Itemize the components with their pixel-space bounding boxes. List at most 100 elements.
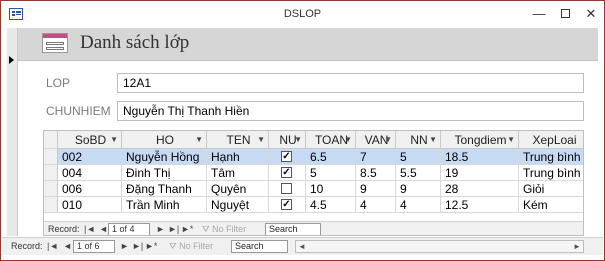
table-row[interactable]: 010 Trần Minh Nguyệt ✓ 4.5 4 4 12.5 Kém xyxy=(44,197,583,213)
scroll-right-icon[interactable]: ► xyxy=(571,241,583,252)
cell-ho[interactable]: Nguyễn Hồng xyxy=(122,149,207,165)
column-dropdown-icon: ▼ xyxy=(257,135,265,144)
filter-icon: ⛛ xyxy=(202,224,210,234)
form-header: Danh sách lớp xyxy=(18,28,598,61)
column-dropdown-icon: ▼ xyxy=(294,135,302,144)
cell-nn[interactable]: 9 xyxy=(396,181,441,197)
cell-nu[interactable]: ✓ xyxy=(269,149,306,165)
new-record-button[interactable]: ►* xyxy=(181,223,193,235)
column-dropdown-icon: ▼ xyxy=(429,135,437,144)
cell-ten[interactable]: Quyên xyxy=(207,181,269,197)
record-selector[interactable] xyxy=(7,28,18,236)
last-record-button[interactable]: ►| xyxy=(168,223,179,235)
new-record-button[interactable]: ►* xyxy=(145,240,157,253)
cell-tongdiem[interactable]: 28 xyxy=(441,181,519,197)
cell-tongdiem[interactable]: 12.5 xyxy=(441,197,519,213)
column-header-nn[interactable]: NN ▼ xyxy=(396,131,441,149)
cell-van[interactable]: 9 xyxy=(356,181,396,197)
cell-sobd[interactable]: 010 xyxy=(58,197,122,213)
cell-nn[interactable]: 4 xyxy=(396,197,441,213)
cell-ten[interactable]: Tâm xyxy=(207,165,269,181)
access-form-window: DSLOP — ✕ Danh sách lớp LOP 12A1 CHUNHIE… xyxy=(0,0,605,261)
close-button[interactable]: ✕ xyxy=(580,5,602,23)
cell-tongdiem[interactable]: 18.5 xyxy=(441,149,519,165)
column-header-nu[interactable]: NU ▼ xyxy=(269,131,306,149)
lop-field[interactable]: 12A1 xyxy=(117,73,584,93)
maximize-icon xyxy=(560,9,570,19)
no-filter-indicator[interactable]: ⛛ No Filter xyxy=(169,241,213,252)
column-header-xeploai[interactable]: XepLoai xyxy=(519,131,583,149)
last-record-button[interactable]: ►| xyxy=(132,240,143,253)
column-header-toan[interactable]: TOAN ▼ xyxy=(306,131,356,149)
maximize-button[interactable] xyxy=(554,5,576,23)
record-position-field[interactable]: 1 of 4 xyxy=(108,223,150,235)
cell-ho[interactable]: Đặng Thanh xyxy=(122,181,207,197)
column-dropdown-icon: ▼ xyxy=(195,135,203,144)
previous-record-button[interactable]: ◄ xyxy=(99,223,108,235)
cell-van[interactable]: 8.5 xyxy=(356,165,396,181)
cell-nu[interactable]: ✓ xyxy=(269,165,306,181)
cell-van[interactable]: 7 xyxy=(356,149,396,165)
cell-tongdiem[interactable]: 19 xyxy=(441,165,519,181)
no-filter-indicator[interactable]: ⛛ No Filter xyxy=(202,224,246,235)
first-record-button[interactable]: |◄ xyxy=(84,223,95,235)
title-bar: DSLOP — ✕ xyxy=(1,1,604,28)
search-input[interactable]: Search xyxy=(265,223,321,235)
next-record-button[interactable]: ► xyxy=(120,240,129,253)
nu-checkbox[interactable]: ✓ xyxy=(281,167,292,178)
cell-ten[interactable]: Nguyệt xyxy=(207,197,269,213)
scroll-left-icon[interactable]: ◄ xyxy=(296,241,308,252)
table-row[interactable]: 004 Đinh Thị Tâm ✓ 5 8.5 5.5 19 Trung bì… xyxy=(44,165,583,181)
chunhiem-label: CHUNHIEM xyxy=(46,104,111,118)
row-selector[interactable] xyxy=(44,197,58,213)
cell-xeploai[interactable]: Trung bình xyxy=(519,149,583,165)
current-record-arrow-icon xyxy=(9,56,14,64)
cell-sobd[interactable]: 002 xyxy=(58,149,122,165)
cell-xeploai[interactable]: Giỏi xyxy=(519,181,583,197)
table-row[interactable]: 002 Nguyễn Hồng Hạnh ✓ 6.5 7 5 18.5 Trun… xyxy=(44,149,583,165)
table-row[interactable]: 006 Đặng Thanh Quyên 10 9 9 28 Giỏi xyxy=(44,181,583,197)
cell-xeploai[interactable]: Trung bình xyxy=(519,165,583,181)
cell-nu[interactable] xyxy=(269,181,306,197)
cell-nn[interactable]: 5 xyxy=(396,149,441,165)
form-icon xyxy=(42,33,68,53)
cell-ten[interactable]: Hạnh xyxy=(207,149,269,165)
cell-toan[interactable]: 4.5 xyxy=(306,197,356,213)
previous-record-button[interactable]: ◄ xyxy=(63,240,72,253)
nu-checkbox[interactable]: ✓ xyxy=(281,151,292,162)
lop-label: LOP xyxy=(46,76,71,90)
column-header-van[interactable]: VAN ▼ xyxy=(356,131,396,149)
nu-checkbox[interactable] xyxy=(281,183,292,194)
column-header-sobd[interactable]: SoBD ▼ xyxy=(58,131,122,149)
cell-nn[interactable]: 5.5 xyxy=(396,165,441,181)
column-dropdown-icon: ▼ xyxy=(507,135,515,144)
cell-ho[interactable]: Trần Minh xyxy=(122,197,207,213)
cell-van[interactable]: 4 xyxy=(356,197,396,213)
next-record-button[interactable]: ► xyxy=(156,223,165,235)
chunhiem-field[interactable]: Nguyễn Thị Thanh Hiền xyxy=(117,101,584,121)
record-position-field[interactable]: 1 of 6 xyxy=(73,240,115,253)
form-navigation-bar: Record: |◄ ◄ 1 of 6 ► ►| ►* ⛛ No Filter … xyxy=(2,237,603,255)
search-input[interactable]: Search xyxy=(231,240,288,253)
minimize-button[interactable]: — xyxy=(528,5,550,23)
cell-sobd[interactable]: 004 xyxy=(58,165,122,181)
cell-toan[interactable]: 5 xyxy=(306,165,356,181)
student-subform: SoBD ▼ HO ▼ TEN ▼ NU ▼ TOAN ▼ VAN ▼ NN ▼ Tongdi… xyxy=(43,130,584,236)
window-title: DSLOP xyxy=(283,8,322,20)
cell-xeploai[interactable]: Kém xyxy=(519,197,583,213)
horizontal-scrollbar[interactable]: ◄ ► xyxy=(295,240,584,253)
cell-ho[interactable]: Đinh Thị xyxy=(122,165,207,181)
select-all-corner[interactable] xyxy=(44,131,58,149)
row-selector[interactable] xyxy=(44,149,58,165)
cell-toan[interactable]: 6.5 xyxy=(306,149,356,165)
cell-toan[interactable]: 10 xyxy=(306,181,356,197)
first-record-button[interactable]: |◄ xyxy=(47,240,58,253)
cell-sobd[interactable]: 006 xyxy=(58,181,122,197)
column-header-ho[interactable]: HO ▼ xyxy=(122,131,207,149)
nu-checkbox[interactable]: ✓ xyxy=(281,199,292,210)
row-selector[interactable] xyxy=(44,165,58,181)
row-selector[interactable] xyxy=(44,181,58,197)
cell-nu[interactable]: ✓ xyxy=(269,197,306,213)
column-header-ten[interactable]: TEN ▼ xyxy=(207,131,269,149)
column-header-tongdiem[interactable]: Tongdiem ▼ xyxy=(441,131,519,149)
